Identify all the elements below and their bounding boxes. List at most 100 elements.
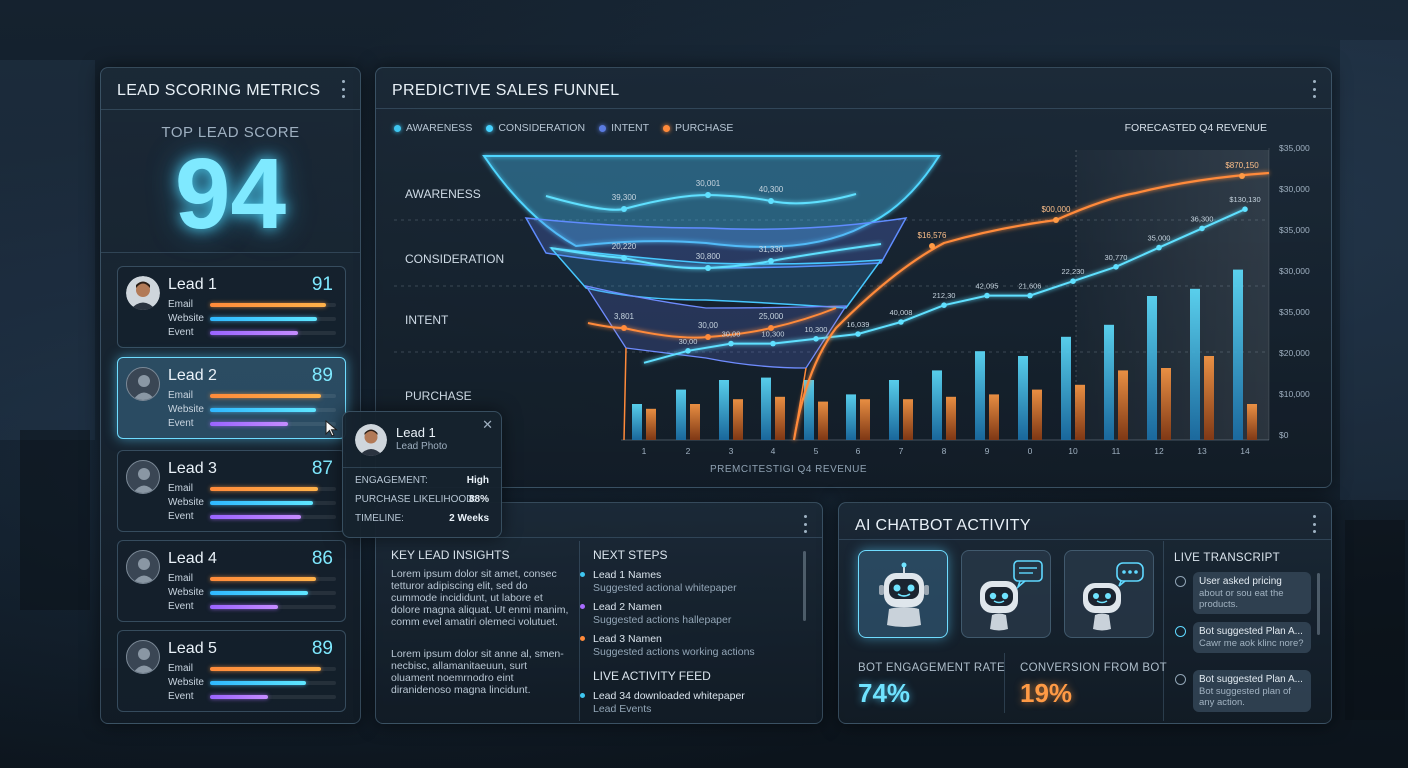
trend-point bbox=[770, 340, 776, 347]
metric-track bbox=[210, 577, 336, 581]
metric-track bbox=[210, 422, 336, 426]
trend-point bbox=[898, 319, 904, 325]
tooltip-lead-name: Lead 1 bbox=[396, 425, 436, 440]
trend-point-label: $130,130 bbox=[1229, 195, 1260, 204]
bot-tile[interactable] bbox=[1064, 550, 1154, 638]
metric-label: Event bbox=[168, 327, 194, 338]
bot-tile-active[interactable] bbox=[858, 550, 948, 638]
legend-item[interactable]: INTENT bbox=[599, 122, 649, 134]
lead-card[interactable]: Lead 1 91 Email Website Event bbox=[117, 266, 346, 348]
metric-track bbox=[210, 317, 336, 321]
next-step-item[interactable]: Lead 3 Namen Suggested actions working ac… bbox=[580, 633, 755, 658]
trend-point-label: 21,606 bbox=[1019, 282, 1042, 291]
metric-label: Email bbox=[168, 299, 194, 310]
consideration-point-label: 20,220 bbox=[612, 242, 637, 251]
feed-desc: Lead Events bbox=[593, 703, 652, 715]
metric-track bbox=[210, 515, 336, 519]
lead-card[interactable]: Lead 3 87 Email Website Event bbox=[117, 450, 346, 532]
lead-name: Lead 1 bbox=[168, 276, 217, 293]
bullet-icon bbox=[580, 572, 585, 577]
x-tick-label: 5 bbox=[814, 446, 819, 456]
metric-fill bbox=[210, 487, 319, 491]
revenue-bar-blue bbox=[1147, 296, 1157, 440]
awareness-point-label: 30,001 bbox=[696, 179, 721, 188]
step-desc: Suggested actional whitepaper bbox=[593, 582, 737, 594]
key-insights-paragraph-2: Lorem ipsum dolor sit anne al, smen- nec… bbox=[391, 648, 564, 696]
scrollbar[interactable] bbox=[1317, 573, 1320, 635]
stage-awareness: AWARENESS bbox=[405, 187, 481, 201]
conversion-value: 19% bbox=[1020, 678, 1073, 708]
close-icon[interactable]: ✕ bbox=[482, 417, 493, 433]
trend-point-label: 10,300 bbox=[762, 330, 785, 339]
metric-track bbox=[210, 303, 336, 307]
x-tick-label: 2 bbox=[686, 446, 691, 456]
trend-point-label: 30,770 bbox=[1105, 253, 1128, 262]
legend-item[interactable]: CONSIDERATION bbox=[486, 122, 585, 134]
lead-scoring-title: LEAD SCORING METRICS bbox=[117, 82, 321, 99]
metric-fill bbox=[210, 331, 299, 335]
revenue-bar-orange bbox=[903, 399, 913, 440]
y-tick-label: $30,000 bbox=[1279, 266, 1310, 276]
y-tick-label: $20,000 bbox=[1279, 348, 1310, 358]
metric-row-website: Website bbox=[168, 677, 338, 689]
tooltip-avatar bbox=[355, 424, 387, 456]
x-tick-label: 13 bbox=[1197, 446, 1207, 456]
consideration-point bbox=[705, 265, 711, 271]
metric-label: Website bbox=[168, 404, 204, 415]
metric-track bbox=[210, 331, 336, 335]
revenue-bar-blue bbox=[1018, 356, 1028, 440]
tooltip-lead-sub: Lead Photo bbox=[396, 441, 448, 452]
x-tick-label: 1 bbox=[642, 446, 647, 456]
metric-row-event: Event bbox=[168, 691, 338, 703]
consideration-point bbox=[621, 255, 627, 261]
feed-item[interactable]: Lead 34 downloaded whitepaper Lead Events bbox=[580, 690, 745, 715]
trend-point-label: 40,008 bbox=[890, 308, 913, 317]
chatbot-menu-icon[interactable] bbox=[1311, 515, 1317, 533]
lead-name: Lead 5 bbox=[168, 640, 217, 657]
next-step-item[interactable]: Lead 2 Namen Suggested actions hallepaper bbox=[580, 601, 731, 626]
legend-item[interactable]: PURCHASE bbox=[662, 122, 733, 134]
y-tick-label: $35,000 bbox=[1279, 225, 1310, 235]
metric-label: Email bbox=[168, 390, 194, 401]
revenue-bar-blue bbox=[1061, 336, 1071, 440]
transcript-message: User asked pricing about or sou eat the p… bbox=[1193, 572, 1311, 614]
revenue-bar-blue bbox=[1104, 324, 1114, 440]
y-tick-label: $0 bbox=[1279, 430, 1289, 440]
purchase-point bbox=[929, 243, 935, 249]
awareness-point-label: 40,300 bbox=[759, 185, 784, 194]
metric-row-event: Event bbox=[168, 418, 338, 430]
purchase-point bbox=[1239, 173, 1245, 179]
user-icon bbox=[1175, 576, 1186, 587]
purchase-point-label: $870,150 bbox=[1225, 161, 1259, 170]
lead-card[interactable]: Lead 2 89 Email Website Event bbox=[117, 357, 346, 439]
forecast-title: FORECASTED Q4 REVENUE bbox=[1124, 122, 1267, 134]
metric-fill bbox=[210, 667, 321, 671]
metric-row-email: Email bbox=[168, 663, 338, 675]
bullet-icon bbox=[580, 636, 585, 641]
legend-dot bbox=[662, 124, 670, 132]
insights-menu-icon[interactable] bbox=[802, 515, 808, 533]
revenue-bar-blue bbox=[761, 377, 771, 440]
revenue-bar-orange bbox=[1204, 356, 1214, 440]
metric-track bbox=[210, 681, 336, 685]
bot-tile[interactable] bbox=[961, 550, 1051, 638]
trend-point bbox=[685, 348, 691, 354]
next-step-item[interactable]: Lead 1 Names Suggested actional whitepape… bbox=[580, 569, 737, 594]
metric-label: Website bbox=[168, 497, 204, 508]
lead-avatar bbox=[126, 276, 160, 310]
trend-point-label: 30,00 bbox=[679, 337, 698, 346]
revenue-bar-blue bbox=[719, 380, 729, 440]
scrollbar[interactable] bbox=[803, 551, 806, 621]
lead-card[interactable]: Lead 4 86 Email Website Event bbox=[117, 540, 346, 622]
revenue-bar-blue bbox=[846, 394, 856, 440]
trend-point-label: 42,095 bbox=[976, 282, 999, 291]
metric-label: Website bbox=[168, 587, 204, 598]
x-tick-label: 9 bbox=[985, 446, 990, 456]
lead-card[interactable]: Lead 5 89 Email Website Event bbox=[117, 630, 346, 712]
divider bbox=[101, 109, 360, 110]
chatbot-title: AI CHATBOT ACTIVITY bbox=[855, 517, 1031, 534]
key-insights-paragraph-1: Lorem ipsum dolor sit amet, consec tettu… bbox=[391, 568, 569, 628]
lead-scoring-menu-icon[interactable] bbox=[340, 80, 346, 98]
divider bbox=[101, 252, 360, 253]
legend-item[interactable]: AWARENESS bbox=[394, 122, 472, 134]
